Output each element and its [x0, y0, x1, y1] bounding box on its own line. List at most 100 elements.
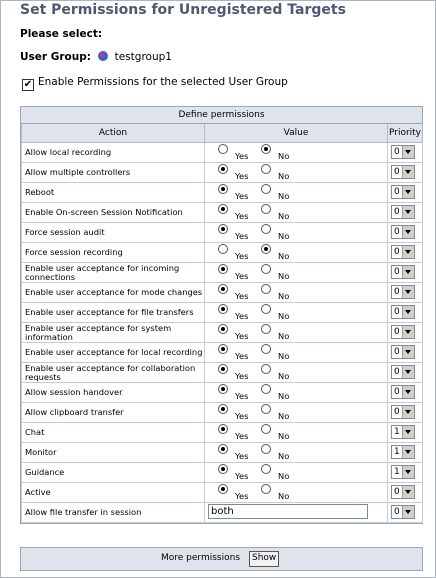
permission-row: Enable user acceptance for collaboration… — [21, 362, 423, 383]
no-radio[interactable] — [261, 484, 271, 494]
no-radio[interactable] — [261, 164, 271, 174]
page-title: Set Permissions for Unregistered Targets — [20, 2, 346, 18]
chevron-down-icon[interactable] — [402, 326, 414, 338]
no-radio[interactable] — [261, 364, 271, 374]
chevron-down-icon[interactable] — [402, 286, 414, 298]
yes-label: Yes — [235, 291, 249, 301]
yes-radio[interactable] — [218, 144, 228, 154]
chevron-down-icon[interactable] — [402, 306, 414, 318]
priority-select[interactable]: 1 — [391, 445, 415, 459]
no-radio[interactable] — [261, 404, 271, 414]
yes-radio[interactable] — [218, 484, 228, 494]
chevron-down-icon[interactable] — [402, 486, 414, 498]
yes-radio[interactable] — [218, 224, 228, 234]
permission-priority-cell: 0 — [387, 282, 423, 303]
no-radio[interactable] — [261, 204, 271, 214]
priority-select[interactable]: 0 — [391, 205, 415, 219]
chevron-down-icon[interactable] — [402, 206, 414, 218]
priority-value: 0 — [394, 167, 400, 177]
priority-select[interactable]: 0 — [391, 365, 415, 379]
permission-action-label: Enable user acceptance for system inform… — [21, 322, 205, 343]
chevron-down-icon[interactable] — [402, 426, 414, 438]
yes-radio[interactable] — [218, 404, 228, 414]
yes-radio[interactable] — [218, 204, 228, 214]
permission-action-label: Allow multiple controllers — [21, 162, 205, 183]
yes-radio[interactable] — [218, 384, 228, 394]
priority-select[interactable]: 0 — [391, 405, 415, 419]
chevron-down-icon[interactable] — [402, 346, 414, 358]
no-radio[interactable] — [261, 264, 271, 274]
priority-select[interactable]: 1 — [391, 425, 415, 439]
no-radio[interactable] — [261, 144, 271, 154]
no-radio[interactable] — [261, 284, 271, 294]
no-radio[interactable] — [261, 464, 271, 474]
define-permissions-heading: Define permissions — [21, 107, 422, 124]
yes-radio[interactable] — [218, 264, 228, 274]
user-group-label: User Group: — [20, 51, 91, 63]
priority-select[interactable]: 0 — [391, 165, 415, 179]
priority-select[interactable]: 0 — [391, 505, 415, 519]
yes-label: Yes — [235, 411, 249, 421]
no-radio[interactable] — [261, 244, 271, 254]
file-transfer-input[interactable]: both — [208, 504, 368, 519]
permission-priority-cell: 0 — [387, 182, 423, 203]
yes-radio[interactable] — [218, 164, 228, 174]
priority-select[interactable]: 0 — [391, 245, 415, 259]
priority-select[interactable]: 0 — [391, 485, 415, 499]
priority-select[interactable]: 0 — [391, 305, 415, 319]
yes-label: Yes — [235, 451, 249, 461]
priority-select[interactable]: 0 — [391, 285, 415, 299]
permission-action-label: Allow file transfer in session — [21, 502, 205, 523]
priority-select[interactable]: 0 — [391, 345, 415, 359]
yes-radio[interactable] — [218, 424, 228, 434]
yes-radio[interactable] — [218, 464, 228, 474]
show-more-button[interactable]: Show — [249, 551, 280, 567]
no-radio[interactable] — [261, 224, 271, 234]
permission-priority-cell: 0 — [387, 362, 423, 383]
permission-row: Chat Yes No 1 — [21, 422, 423, 443]
priority-select[interactable]: 0 — [391, 325, 415, 339]
permission-priority-cell: 1 — [387, 442, 423, 463]
chevron-down-icon[interactable] — [402, 166, 414, 178]
yes-radio[interactable] — [218, 284, 228, 294]
yes-radio[interactable] — [218, 444, 228, 454]
permission-value-cell: Yes No — [204, 142, 388, 163]
chevron-down-icon[interactable] — [402, 186, 414, 198]
no-radio[interactable] — [261, 384, 271, 394]
yes-radio[interactable] — [218, 184, 228, 194]
priority-value: 0 — [394, 147, 400, 157]
chevron-down-icon[interactable] — [402, 506, 414, 518]
yes-radio[interactable] — [218, 364, 228, 374]
enable-permissions-checkbox[interactable]: ✔ — [22, 79, 34, 91]
priority-select[interactable]: 0 — [391, 145, 415, 159]
chevron-down-icon[interactable] — [402, 366, 414, 378]
chevron-down-icon[interactable] — [402, 246, 414, 258]
yes-radio[interactable] — [218, 344, 228, 354]
yes-radio[interactable] — [218, 304, 228, 314]
no-label: No — [278, 291, 290, 301]
chevron-down-icon[interactable] — [402, 446, 414, 458]
chevron-down-icon[interactable] — [402, 406, 414, 418]
no-radio[interactable] — [261, 184, 271, 194]
chevron-down-icon[interactable] — [402, 386, 414, 398]
no-radio[interactable] — [261, 304, 271, 314]
priority-select[interactable]: 0 — [391, 265, 415, 279]
chevron-down-icon[interactable] — [402, 266, 414, 278]
chevron-down-icon[interactable] — [402, 466, 414, 478]
yes-radio[interactable] — [218, 244, 228, 254]
no-radio[interactable] — [261, 444, 271, 454]
yes-radio[interactable] — [218, 324, 228, 334]
permission-action-label: Enable user acceptance for incoming conn… — [21, 262, 205, 283]
permission-value-cell: Yes No — [204, 442, 388, 463]
no-radio[interactable] — [261, 424, 271, 434]
chevron-down-icon[interactable] — [402, 226, 414, 238]
priority-select[interactable]: 0 — [391, 185, 415, 199]
permission-row: Guidance Yes No 1 — [21, 462, 423, 483]
priority-select[interactable]: 1 — [391, 465, 415, 479]
no-radio[interactable] — [261, 344, 271, 354]
column-header-action: Action — [21, 124, 205, 143]
chevron-down-icon[interactable] — [402, 146, 414, 158]
priority-select[interactable]: 0 — [391, 225, 415, 239]
priority-select[interactable]: 0 — [391, 385, 415, 399]
no-radio[interactable] — [261, 324, 271, 334]
